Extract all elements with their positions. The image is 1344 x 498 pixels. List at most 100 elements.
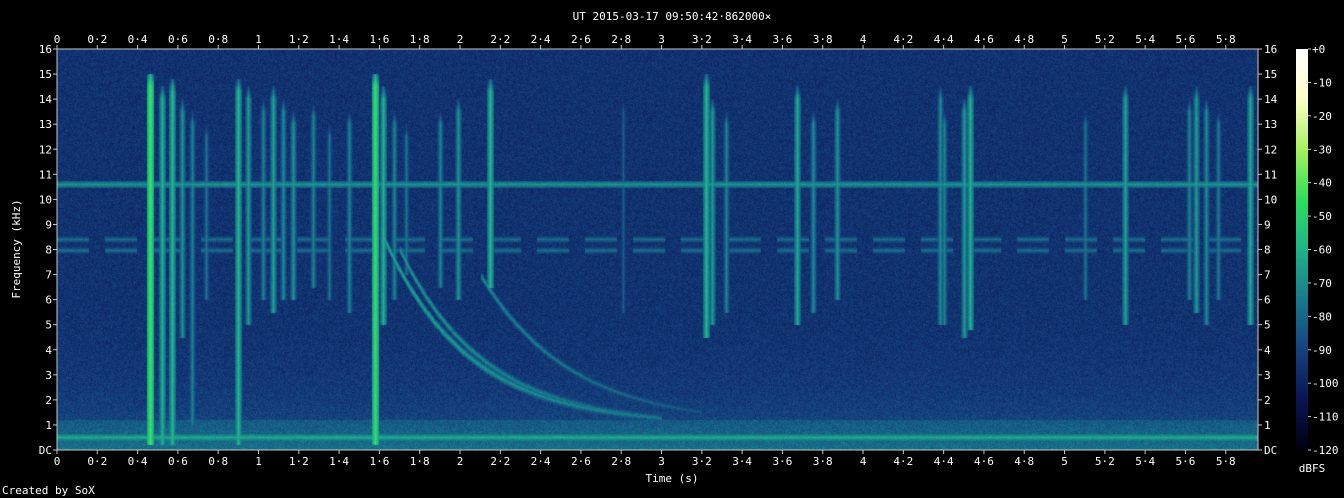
x-tick-label-top: 4	[860, 33, 867, 46]
x-tick-label-top: 3·2	[692, 33, 712, 46]
y-tick-label-left: 16	[39, 43, 52, 56]
x-tick-label-bottom: 4·6	[974, 455, 994, 468]
x-tick-label-top: 4·8	[1014, 33, 1034, 46]
x-tick-label-bottom: 2·8	[611, 455, 631, 468]
colorbar-tick-label: -10	[1312, 76, 1332, 89]
colorbar-tick-label: -50	[1312, 210, 1332, 223]
y-tick-label-right: 5	[1264, 319, 1271, 332]
x-tick-label-bottom: 1·2	[289, 455, 309, 468]
x-tick-label-bottom: 3·8	[813, 455, 833, 468]
x-tick-label-bottom: 0·6	[168, 455, 188, 468]
x-tick-label-top: 3	[658, 33, 665, 46]
x-tick-label-bottom: 5·8	[1216, 455, 1236, 468]
y-tick-label-right: 2	[1264, 394, 1271, 407]
x-tick-label-top: 5·8	[1216, 33, 1236, 46]
colorbar-tick-label: -20	[1312, 110, 1332, 123]
x-tick-label-top: 5·6	[1176, 33, 1196, 46]
y-tick-label-left: 11	[39, 168, 52, 181]
x-tick-label-top: 3·4	[732, 33, 752, 46]
x-tick-label-top: 4·2	[893, 33, 913, 46]
x-tick-label-top: 3·8	[813, 33, 833, 46]
x-tick-label-bottom: 5	[1061, 455, 1068, 468]
y-tick-label-right: 14	[1264, 93, 1278, 106]
x-tick-label-top: 2·8	[611, 33, 631, 46]
y-tick-label-right: 6	[1264, 294, 1271, 307]
x-tick-label-bottom: 0·8	[208, 455, 228, 468]
x-tick-label-top: 1·2	[289, 33, 309, 46]
x-tick-label-top: 1·8	[410, 33, 430, 46]
x-tick-label-top: 5	[1061, 33, 1068, 46]
x-tick-label-bottom: 0	[54, 455, 61, 468]
x-tick-label-top: 2	[457, 33, 464, 46]
plot-area	[56, 48, 1259, 451]
y-tick-label-left: 12	[39, 143, 52, 156]
y-tick-label-right: 15	[1264, 68, 1277, 81]
x-tick-label-bottom: 2·6	[571, 455, 591, 468]
x-tick-label-bottom: 4	[860, 455, 867, 468]
y-tick-label-right: 9	[1264, 218, 1271, 231]
y-axis-label: Frequency (kHz)	[10, 199, 23, 298]
x-tick-label-top: 0·2	[87, 33, 107, 46]
y-tick-label-right: 1	[1264, 419, 1271, 432]
y-tick-label-right: 7	[1264, 269, 1271, 282]
spectrogram-heatmap	[57, 49, 1258, 450]
colorbar-tick-label: +0	[1312, 43, 1325, 56]
colorbar-tick-label: -40	[1312, 177, 1332, 190]
spectrogram-svg: UT 2015-03-17 09:50:42·862000× 0 0·2 0·4 0·…	[0, 0, 1344, 498]
colorbar-tick-label: -60	[1312, 244, 1332, 257]
x-tick-label-top: 1	[255, 33, 262, 46]
y-tick-label-right: 3	[1264, 369, 1271, 382]
spectrogram-figure: UT 2015-03-17 09:50:42·862000× 0 0·2 0·4 0·…	[0, 0, 1344, 498]
y-tick-label-right: 13	[1264, 118, 1277, 131]
colorbar-tick-label: -30	[1312, 143, 1332, 156]
x-tick-label-top: 3·6	[772, 33, 792, 46]
y-tick-label-right: 12	[1264, 143, 1277, 156]
chart-title: UT 2015-03-17 09:50:42·862000×	[573, 10, 772, 23]
y-tick-label-left: 1	[45, 419, 52, 432]
x-tick-label-bottom: 1·8	[410, 455, 430, 468]
footer-credit: Created by SoX	[2, 484, 95, 497]
y-tick-label-right: 16	[1264, 43, 1277, 56]
x-tick-label-top: 5·2	[1095, 33, 1115, 46]
y-tick-label-left: 2	[45, 394, 52, 407]
x-tick-label-bottom: 0·4	[128, 455, 148, 468]
x-tick-label-top: 0	[54, 33, 61, 46]
x-tick-label-top: 1·6	[369, 33, 389, 46]
y-tick-label-left: 3	[45, 369, 52, 382]
y-tick-label-left: 13	[39, 118, 52, 131]
x-tick-label-bottom: 5·2	[1095, 455, 1115, 468]
x-tick-label-top: 2·4	[531, 33, 551, 46]
y-tick-label-left: 8	[45, 244, 52, 257]
colorbar-tick-label: -120	[1312, 444, 1339, 457]
x-tick-label-bottom: 5·6	[1176, 455, 1196, 468]
x-tick-label-bottom: 2·2	[490, 455, 510, 468]
x-tick-label-bottom: 2	[457, 455, 464, 468]
x-tick-label-bottom: 3·6	[772, 455, 792, 468]
x-tick-label-bottom: 4·8	[1014, 455, 1034, 468]
x-tick-label-bottom: 1·4	[329, 455, 349, 468]
x-tick-label-bottom: 3·4	[732, 455, 752, 468]
colorbar-tick-label: -90	[1312, 344, 1332, 357]
x-tick-label-bottom: 3·2	[692, 455, 712, 468]
y-tick-label-left: 15	[39, 68, 52, 81]
y-tick-label-left: 7	[45, 269, 52, 282]
x-tick-label-bottom: 1	[255, 455, 262, 468]
x-axis-label: Time (s)	[646, 472, 699, 485]
y-tick-label-left: 6	[45, 294, 52, 307]
x-tick-label-top: 0·4	[128, 33, 148, 46]
x-tick-label-bottom: 5·4	[1135, 455, 1155, 468]
colorbar-tick-label: -70	[1312, 277, 1332, 290]
x-tick-label-top: 1·4	[329, 33, 349, 46]
y-tick-label-left: 10	[39, 193, 52, 206]
y-tick-label-right: 11	[1264, 168, 1277, 181]
x-tick-label-bottom: 4·2	[893, 455, 913, 468]
y-tick-label-left: DC	[39, 444, 52, 457]
x-tick-label-top: 2·2	[490, 33, 510, 46]
x-tick-label-top: 4·4	[934, 33, 954, 46]
y-tick-label-left: 4	[45, 344, 52, 357]
x-tick-label-top: 5·4	[1135, 33, 1155, 46]
y-tick-label-left: 9	[45, 218, 52, 231]
x-tick-label-top: 4·6	[974, 33, 994, 46]
colorbar-tick-label: -100	[1312, 377, 1339, 390]
colorbar	[1296, 49, 1308, 450]
